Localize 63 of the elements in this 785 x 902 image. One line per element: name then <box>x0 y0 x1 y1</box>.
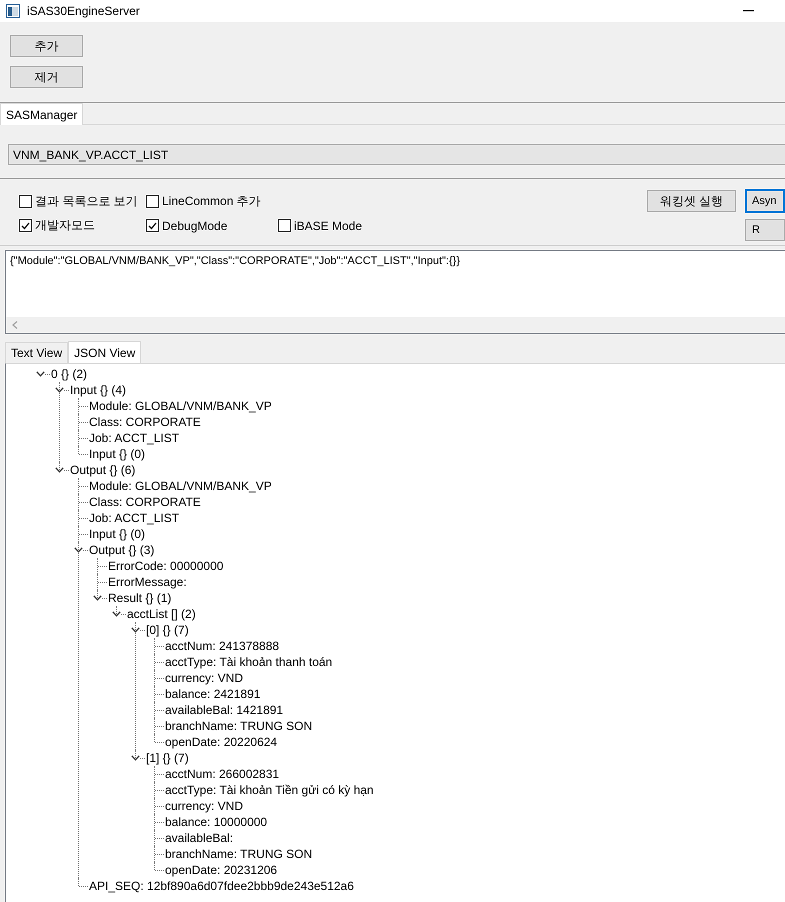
tree-item[interactable]: Input {} (0) <box>88 447 146 461</box>
tree-item[interactable]: Job: ACCT_LIST <box>88 431 180 445</box>
tree-item[interactable]: [1] {} (7) <box>145 751 189 765</box>
checkbox-label: 개발자모드 <box>35 217 95 234</box>
tree-item[interactable]: Output {} (3) <box>88 543 154 557</box>
action-button[interactable]: R <box>745 219 785 241</box>
tree-item[interactable]: currency: VND <box>164 799 244 813</box>
tree-item[interactable]: Class: CORPORATE <box>88 415 201 429</box>
tab[interactable]: Text View <box>5 342 68 363</box>
tree-item[interactable]: openDate: 20231206 <box>164 863 278 877</box>
tree-item[interactable]: balance: 2421891 <box>164 687 260 701</box>
tree-item[interactable]: 0 {} (2) <box>50 367 88 381</box>
checkbox[interactable] <box>146 195 159 208</box>
tree-item[interactable]: Result {} (1) <box>107 591 172 605</box>
chevron-icon[interactable] <box>112 611 121 617</box>
tree-item[interactable]: branchName: TRUNG SON <box>164 719 312 733</box>
tree-item[interactable]: availableBal: <box>164 831 234 845</box>
action-button[interactable]: Asyn <box>745 189 785 213</box>
tree-item[interactable]: Output {} (6) <box>69 463 136 477</box>
checkbox[interactable] <box>146 219 159 232</box>
app-icon <box>6 4 20 18</box>
checkbox[interactable] <box>19 219 32 232</box>
chevron-icon[interactable] <box>36 371 45 377</box>
tree-item[interactable]: [0] {} (7) <box>145 623 189 637</box>
tree-item[interactable]: branchName: TRUNG SON <box>164 847 312 861</box>
tree-item[interactable]: acctList [] (2) <box>126 607 196 621</box>
chevron-icon[interactable] <box>131 755 140 761</box>
checkbox[interactable] <box>19 195 32 208</box>
toolbar-button[interactable]: 제거 <box>10 66 83 88</box>
tree-item[interactable]: acctType: Tài khoản thanh toán <box>164 655 332 669</box>
checkbox-label: LineCommon 추가 <box>162 193 261 210</box>
tree-item[interactable]: Module: GLOBAL/VNM/BANK_VP <box>88 479 272 493</box>
minimize-icon[interactable] <box>743 10 754 12</box>
tab[interactable]: JSON View <box>68 341 142 363</box>
checkbox-label: DebugMode <box>162 218 228 232</box>
tree-item[interactable]: currency: VND <box>164 671 244 685</box>
checkbox-label: 결과 목록으로 보기 <box>35 193 138 210</box>
tree-item[interactable]: openDate: 20220624 <box>164 735 278 749</box>
tree-item[interactable]: availableBal: 1421891 <box>164 703 284 717</box>
tree-item[interactable]: Class: CORPORATE <box>88 495 201 509</box>
tree-item[interactable]: Job: ACCT_LIST <box>88 511 180 525</box>
tree-item[interactable]: acctNum: 241378888 <box>164 639 280 653</box>
tree-item[interactable]: API_SEQ: 12bf890a6d07fdee2bbb9de243e512a6 <box>88 879 354 893</box>
action-button[interactable]: 워킹셋 실행 <box>647 190 736 212</box>
checkbox[interactable] <box>278 219 291 232</box>
chevron-icon[interactable] <box>55 467 64 473</box>
toolbar-button[interactable]: 추가 <box>10 35 83 57</box>
tree-item[interactable]: acctNum: 266002831 <box>164 767 280 781</box>
tree-item[interactable]: ErrorMessage: <box>107 575 187 589</box>
tree-item[interactable]: balance: 10000000 <box>164 815 268 829</box>
tree-item[interactable]: Module: GLOBAL/VNM/BANK_VP <box>88 399 272 413</box>
chevron-icon[interactable] <box>74 547 83 553</box>
chevron-icon[interactable] <box>55 387 64 393</box>
tree-item[interactable]: Input {} (4) <box>69 383 126 397</box>
tree-item[interactable]: ErrorCode: 00000000 <box>107 559 224 573</box>
chevron-icon[interactable] <box>131 627 140 633</box>
tab[interactable]: SASManager <box>0 103 84 125</box>
tree-item[interactable]: Input {} (0) <box>88 527 146 541</box>
chevron-icon[interactable] <box>93 595 102 601</box>
tree-item[interactable]: acctType: Tài khoản Tiền gửi có kỳ hạn <box>164 783 374 797</box>
window-title: iSAS30EngineServer <box>27 4 140 18</box>
service-field[interactable]: VNM_BANK_VP.ACCT_LIST <box>8 144 785 165</box>
checkbox-label: iBASE Mode <box>294 218 362 232</box>
